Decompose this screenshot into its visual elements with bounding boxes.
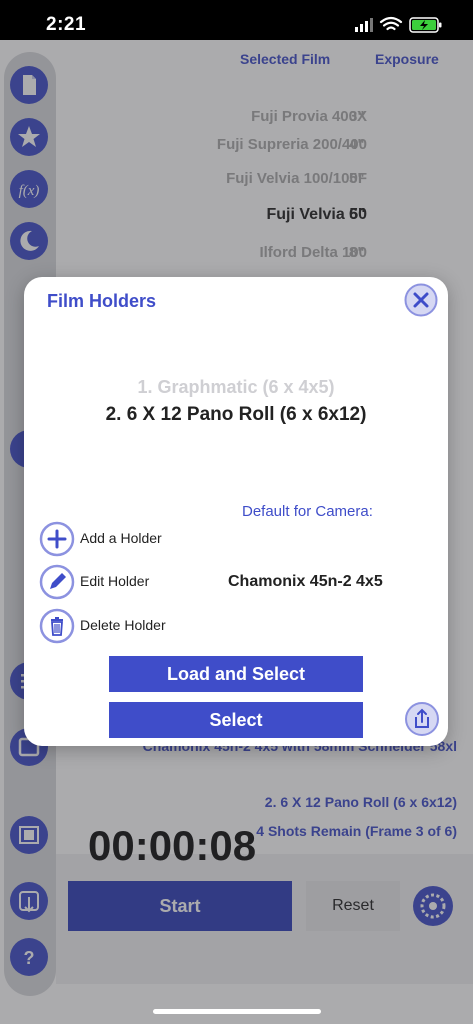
dialog-title: Film Holders (47, 291, 157, 311)
add-holder-label: Add a Holder (80, 530, 162, 546)
status-time: 2:21 (46, 14, 87, 35)
battery-icon (409, 17, 442, 33)
select-button[interactable]: Select (109, 702, 363, 738)
holder-option-selected[interactable]: 2. 6 X 12 Pano Roll (6 x 6x12) (24, 404, 448, 426)
edit-holder-label: Edit Holder (80, 573, 150, 589)
wifi-icon (379, 16, 403, 31)
load-and-select-button[interactable]: Load and Select (109, 656, 363, 692)
home-indicator (153, 1009, 321, 1014)
status-icons (355, 15, 447, 35)
status-bar: 2:21 (0, 0, 473, 40)
holder-option[interactable]: 1. Graphmatic (6 x 4x5) (24, 377, 448, 398)
camera-name: Chamonix 45n-2 4x5 (228, 573, 383, 590)
default-camera-label: Default for Camera: (242, 503, 373, 520)
delete-holder-label: Delete Holder (80, 617, 166, 633)
trash-icon (39, 608, 75, 644)
plus-icon (39, 521, 75, 557)
signal-icon (355, 18, 373, 32)
film-holders-dialog: Film Holders 1. Graphmatic (6 x 4x5) 2. … (24, 277, 448, 746)
share-icon[interactable] (404, 701, 440, 737)
pencil-icon (39, 564, 75, 600)
close-icon[interactable] (404, 283, 438, 317)
